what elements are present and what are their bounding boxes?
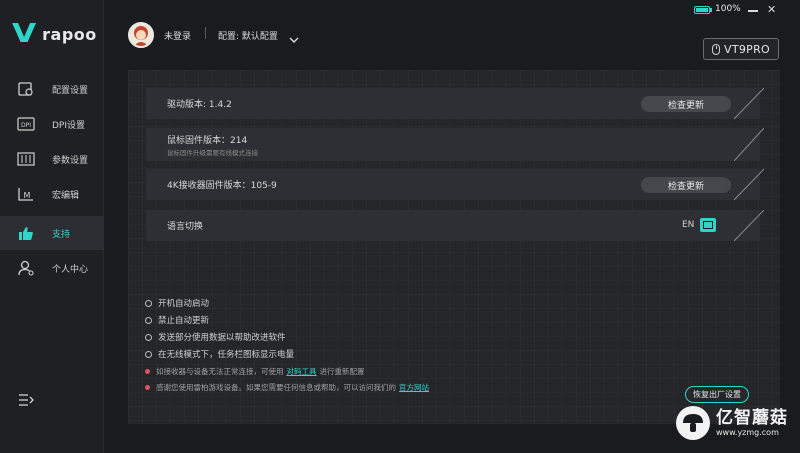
device-selector[interactable]: VT9PRO [703,38,779,60]
rapoo-logo: V rapoo [11,19,97,49]
radio-icon[interactable] [145,299,152,307]
mouse-icon [712,43,720,55]
svg-text:DPI: DPI [21,122,31,129]
sidebar-item-config[interactable]: 配置设置 [0,72,104,106]
user-icon [17,260,35,276]
mouse-firmware-note: 鼠标固件升级需要有线模式连接 [167,149,258,157]
language-label: 语言切换 [167,222,204,232]
sidebar-item-label: 支持 [52,229,71,240]
chevron-down-icon[interactable] [289,29,299,43]
sidebar-item-dpi[interactable]: DPI DPI设置 [0,107,104,141]
watermark: 亿智蘑菇 www.yzmg.com [676,406,788,440]
mouse-settings-icon [17,81,35,97]
device-name: VT9PRO [724,42,770,56]
option-label: 开机自动启动 [158,299,210,309]
note-dot-icon [145,385,150,390]
minimize-button[interactable] [748,10,758,12]
collapse-menu-icon[interactable] [18,392,34,406]
sidebar-item-macro[interactable]: M 宏编辑 [0,177,104,211]
sidebar: V rapoo 配置设置 DPI DPI设置 参数设置 M 宏编辑 支持 个人中… [0,0,104,453]
dpi-icon: DPI [17,116,35,132]
sliders-icon [17,151,35,167]
language-toggle[interactable]: EN [682,217,717,233]
logo-text: rapoo [42,24,97,44]
battery-icon [694,6,710,14]
avatar[interactable] [128,22,154,48]
header-divider [205,27,206,39]
option-label: 发送部分使用数据以帮助改进软件 [158,333,286,343]
driver-version-label: 驱动版本: 1.4.2 [167,100,232,110]
note-dot-icon [145,369,150,374]
sidebar-item-label: 配置设置 [52,85,89,96]
battery-percent: 100% [715,4,741,14]
official-site-link[interactable]: 官方网站 [399,382,429,393]
row-accent [734,88,764,119]
watermark-url: www.yzmg.com [716,428,779,437]
sidebar-item-label: DPI设置 [52,120,86,131]
check-update-button[interactable]: 检查更新 [641,96,731,112]
option-autostart[interactable]: 开机自动启动 [145,297,209,309]
battery-nub [710,8,712,12]
receiver-firmware-row: 4K接收器固件版本：105-9 检查更新 [146,169,764,200]
row-accent [734,210,764,241]
thanks-note: 感谢您使用雷柏游戏设备。如果您需要任何信息或帮助，可以访问我们的 官方网站 [145,382,432,393]
row-accent [734,128,764,161]
sidebar-item-params[interactable]: 参数设置 [0,142,104,176]
language-row: 语言切换 EN [146,210,764,241]
mushroom-logo-icon [676,406,710,440]
option-disable-autoupdate[interactable]: 禁止自动更新 [145,314,209,326]
sidebar-item-profile[interactable]: 个人中心 [0,251,104,285]
driver-version-row: 驱动版本: 1.4.2 检查更新 [146,88,764,119]
pairing-note: 如接收器与设备无法正常连接，可使用 对码工具 进行重新配置 [145,366,365,377]
option-label: 在无线模式下，任务栏图标显示电量 [158,350,295,360]
option-taskbar-battery[interactable]: 在无线模式下，任务栏图标显示电量 [145,348,294,360]
radio-icon[interactable] [145,350,152,358]
close-icon[interactable]: ✕ [767,4,776,16]
sidebar-item-support[interactable]: 支持 [0,216,104,250]
row-accent [734,169,764,200]
note-text: 如接收器与设备无法正常连接，可使用 [156,367,284,376]
thumbs-up-icon [17,225,35,241]
radio-icon[interactable] [145,333,152,341]
note-text: 进行重新配置 [319,367,365,376]
lang-cn-option-icon[interactable] [700,218,717,232]
factory-reset-button[interactable]: 恢复出厂设置 [685,386,749,403]
sidebar-item-label: 参数设置 [52,155,89,166]
lang-en-option[interactable]: EN [682,220,694,230]
pairing-tool-link[interactable]: 对码工具 [287,366,317,377]
option-label: 禁止自动更新 [158,316,210,326]
config-selector-label[interactable]: 配置: 默认配置 [218,29,278,42]
radio-icon[interactable] [145,316,152,324]
logo-mark: V [11,19,37,49]
check-update-button[interactable]: 检查更新 [641,177,731,193]
watermark-title: 亿智蘑菇 [716,408,788,428]
note-text: 感谢您使用雷柏游戏设备。如果您需要任何信息或帮助，可以访问我们的 [156,383,396,392]
svg-text:M: M [24,191,31,200]
mouse-firmware-row: 鼠标固件版本：214 鼠标固件升级需要有线模式连接 [146,128,764,161]
sidebar-item-label: 个人中心 [52,264,89,275]
mouse-firmware-label: 鼠标固件版本：214 [167,136,248,146]
macro-icon: M [17,186,35,202]
option-send-usage-data[interactable]: 发送部分使用数据以帮助改进软件 [145,331,286,343]
receiver-firmware-label: 4K接收器固件版本：105-9 [167,181,277,191]
sidebar-item-label: 宏编辑 [52,190,80,201]
login-status[interactable]: 未登录 [164,29,191,42]
